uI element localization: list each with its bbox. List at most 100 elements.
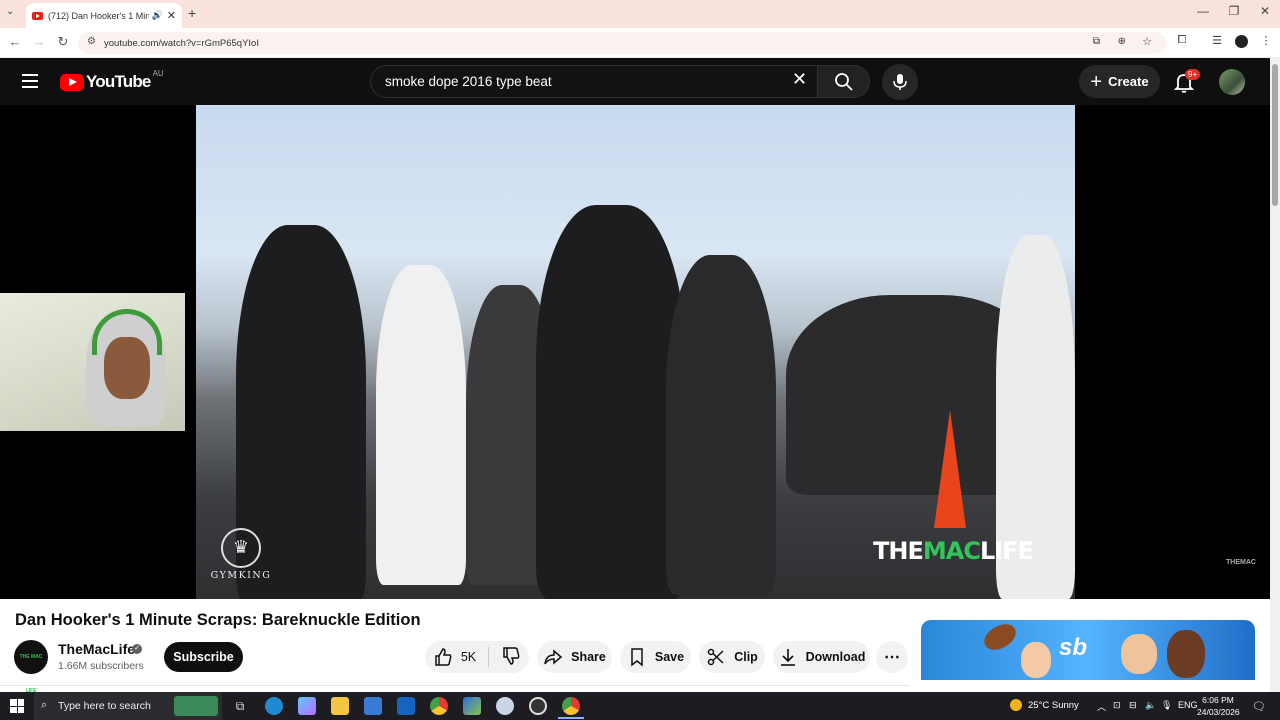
show-hidden-icons[interactable]: ︿ [1097,700,1106,713]
create-button[interactable]: + Create [1079,65,1160,98]
youtube-favicon-icon [32,11,43,20]
more-horizontal-icon: ⋯ [884,649,900,666]
share-icon [544,649,563,665]
country-code: AU [152,68,164,78]
notification-center-icon[interactable]: 🗨 [1252,700,1266,713]
ad-person [1021,642,1051,678]
account-avatar[interactable] [1219,69,1245,95]
search-input[interactable]: smoke dope 2016 type beat [370,65,818,98]
app-icon[interactable] [496,697,514,715]
copilot-icon[interactable] [298,697,316,715]
obs-icon[interactable] [529,697,547,715]
network-icon[interactable]: ⊟ [1129,700,1137,711]
tab-close-icon[interactable]: ✕ [167,9,176,22]
voice-search-button[interactable] [882,64,918,100]
scrollbar-thumb[interactable] [1272,64,1278,206]
youtube-logo[interactable]: YouTube AU [60,68,164,92]
ad-person [1121,634,1157,674]
browser-menu-icon[interactable]: ⋮ [1258,34,1274,47]
save-button[interactable]: Save [620,641,691,673]
gymking-logo: ♛ GYMKING [206,528,276,581]
forward-icon[interactable]: → [31,34,47,49]
video-title: Dan Hooker's 1 Minute Scraps: Bareknuckl… [15,611,421,629]
language-indicator[interactable]: ENG [1178,700,1198,710]
gymking-emblem-icon: ♛ [221,528,261,568]
search-highlight-image [174,696,218,716]
clip-button[interactable]: Clip [699,641,765,673]
reload-icon[interactable]: ↻ [55,34,71,50]
download-icon [780,649,795,666]
headphones [92,309,162,355]
download-button[interactable]: Download [773,641,870,673]
chrome-icon[interactable] [430,697,448,715]
store-icon[interactable] [364,697,382,715]
bookmark-star-icon[interactable]: ☆ [1142,35,1152,48]
back-icon[interactable]: ← [7,34,23,49]
clear-search-icon[interactable]: ✕ [792,69,807,90]
sun-icon [1010,699,1022,711]
share-button[interactable]: Share [537,641,612,673]
tray-app-icon[interactable]: ⊡ [1113,700,1121,711]
windows-start-icon[interactable] [10,699,24,713]
thumbs-up-icon [435,648,452,666]
profile-icon[interactable] [1235,35,1248,48]
verified-check-icon: ✓ [132,644,142,654]
football-graphic [979,620,1021,656]
video-figure [376,265,466,585]
ad-person [1167,630,1205,678]
site-info-icon[interactable]: ⚙ [87,36,96,47]
dislike-button[interactable] [489,646,521,669]
channel-avatar[interactable]: THE MAC LIFE [14,640,48,694]
edge-icon[interactable] [265,697,283,715]
webcam-overlay [0,293,185,431]
media-control-icon[interactable]: ☰ [1209,34,1225,47]
tab-audio-icon[interactable]: 🔊 [152,10,163,21]
subscribe-button[interactable]: Subscribe [164,642,243,672]
minimize-icon[interactable]: — [1188,4,1218,18]
app-icon[interactable] [463,697,481,715]
more-actions-button[interactable]: ⋯ [876,641,908,673]
outlook-icon[interactable] [397,697,415,715]
restore-icon[interactable]: ❐ [1219,4,1249,18]
weather-widget[interactable]: 25°C Sunny [1010,699,1079,711]
time: 6:06 PM [1202,695,1234,705]
traffic-cone [934,410,966,528]
youtube-play-icon [60,73,84,91]
menu-icon[interactable] [22,74,38,88]
taskbar-search-icon: ⌕ [41,699,48,711]
mic-tray-icon[interactable]: 🎙 [1161,700,1172,711]
url-field[interactable]: ⚙ youtube.com/watch?v=rGmP65qYIoI ⧉ ⊕ ☆ [78,32,1166,54]
task-view-icon[interactable]: ⧉ [231,697,249,715]
window-close-icon[interactable]: ✕ [1250,4,1280,18]
active-app-indicator [558,717,584,719]
tab-title: (712) Dan Hooker's 1 Minut [48,10,149,21]
subscriber-count: 1.66M subscribers [58,660,144,672]
search-query: smoke dope 2016 type beat [385,74,552,89]
chrome-active-icon[interactable] [562,697,580,715]
clock[interactable]: 6:06 PM 24/03/2026 [1197,694,1240,718]
microphone-icon [893,74,907,90]
taskbar-search[interactable]: ⌕ Type here to search [34,692,222,720]
date: 24/03/2026 [1197,707,1240,717]
file-explorer-icon[interactable] [331,697,349,715]
volume-icon[interactable]: 🔈 [1145,700,1156,711]
install-app-icon[interactable]: ⧉ [1093,36,1100,47]
new-tab-button[interactable]: + [188,5,196,21]
divider [0,685,910,686]
notification-badge: 9+ [1185,69,1201,80]
channel-name[interactable]: TheMacLife [58,641,135,657]
zoom-icon[interactable]: ⊕ [1118,36,1126,47]
url-text: youtube.com/watch?v=rGmP65qYIoI [104,37,259,49]
like-dislike-group: 5K [425,641,529,673]
search-icon [835,73,853,91]
browser-tab-active[interactable]: (712) Dan Hooker's 1 Minut 🔊 ✕ [26,3,182,28]
corner-watermark: THEMAC [1226,559,1256,566]
search-button[interactable] [817,65,870,98]
video-figure [536,205,686,599]
sportsbet-ad-banner[interactable]: sb [921,620,1255,680]
scissors-icon [707,648,724,666]
video-figure [666,255,776,595]
extensions-icon[interactable]: ⧠ [1174,34,1190,47]
like-button[interactable]: 5K [433,647,490,667]
tab-search-chevron-icon[interactable]: ⌄ [6,6,14,17]
